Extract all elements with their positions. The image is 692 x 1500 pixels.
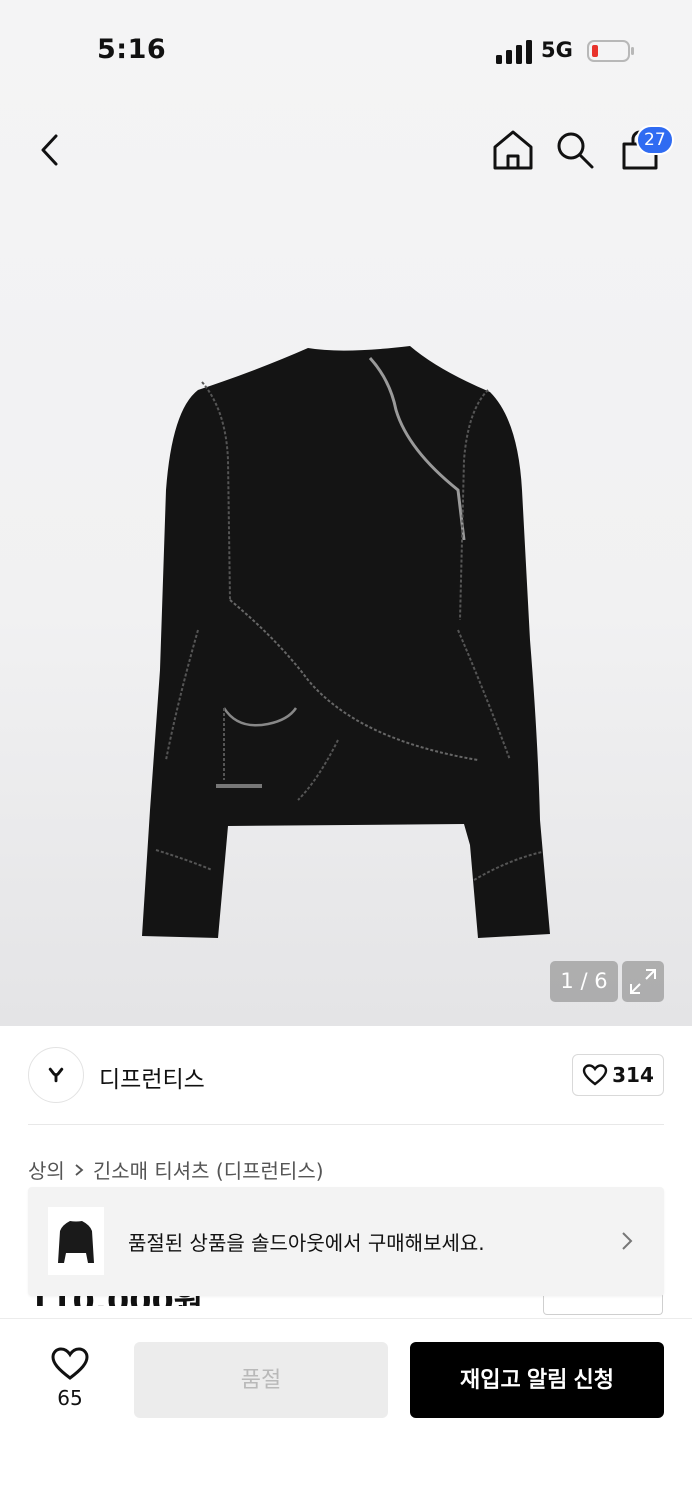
product-image: [142, 346, 550, 938]
expand-icon[interactable]: [622, 961, 664, 1002]
status-time: 5:16: [97, 34, 167, 65]
brand-logo[interactable]: [28, 1047, 84, 1103]
brand-like-count: 314: [612, 1063, 654, 1087]
heart-icon: [582, 1064, 608, 1086]
signal-icon: [496, 40, 532, 64]
search-icon[interactable]: [555, 130, 595, 170]
soldout-button: 품절: [134, 1342, 388, 1418]
home-icon[interactable]: [491, 128, 535, 172]
brand-name[interactable]: 디프런티스: [99, 1060, 205, 1094]
breadcrumb-subcategory[interactable]: 긴소매 티셔츠 (디프런티스): [93, 1155, 324, 1184]
breadcrumb-category[interactable]: 상의: [28, 1155, 65, 1184]
chevron-right-icon: [622, 1232, 633, 1250]
soldout-banner[interactable]: 품절된 상품을 솔드아웃에서 구매해보세요.: [28, 1187, 664, 1296]
brand-like-button[interactable]: 314: [572, 1054, 664, 1096]
restock-alert-button[interactable]: 재입고 알림 신청: [410, 1342, 664, 1418]
wish-count: 65: [57, 1386, 83, 1410]
battery-icon: [587, 40, 634, 62]
divider: [28, 1124, 664, 1125]
network-type: 5G: [541, 38, 573, 62]
cart-badge: 27: [636, 125, 674, 155]
banner-thumbnail: [48, 1207, 104, 1275]
breadcrumb: 상의 긴소매 티셔츠 (디프런티스): [28, 1155, 324, 1184]
image-counter: 1 / 6: [550, 961, 618, 1002]
back-icon[interactable]: [34, 130, 66, 170]
chevron-right-icon: [75, 1163, 84, 1176]
heart-icon[interactable]: [50, 1346, 90, 1382]
banner-text: 품절된 상품을 솔드아웃에서 구매해보세요.: [128, 1231, 485, 1255]
